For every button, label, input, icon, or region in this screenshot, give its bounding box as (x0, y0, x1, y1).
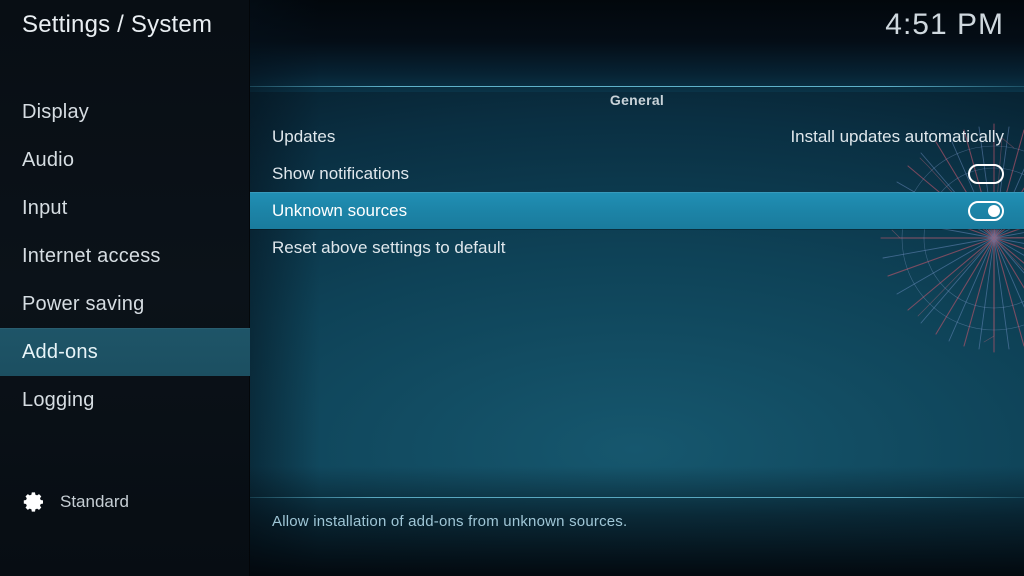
sidebar-item-audio[interactable]: Audio (0, 136, 250, 184)
sidebar-nav: Display Audio Input Internet access Powe… (0, 88, 250, 424)
footer-divider (250, 497, 1024, 498)
main-panel: 4:51 PM General Updates Install updates … (250, 0, 1024, 576)
setting-row-reset-defaults[interactable]: Reset above settings to default (250, 229, 1024, 266)
toggle-knob (988, 204, 1000, 217)
sidebar: Settings / System Display Audio Input In… (0, 0, 250, 576)
sidebar-item-logging[interactable]: Logging (0, 376, 250, 424)
page-title: Settings / System (22, 11, 213, 38)
gear-icon (23, 492, 43, 512)
setting-help-text: Allow installation of add-ons from unkno… (272, 513, 628, 530)
setting-value-updates[interactable]: Install updates automatically (790, 127, 1004, 147)
sidebar-item-label: Power saving (22, 293, 145, 315)
sidebar-item-label: Audio (22, 149, 75, 171)
setting-label: Updates (272, 126, 336, 146)
content-top-divider (250, 86, 1024, 87)
sidebar-item-input[interactable]: Input (0, 184, 250, 232)
sidebar-item-internet-access[interactable]: Internet access (0, 232, 250, 280)
sidebar-item-label: Add-ons (22, 341, 98, 363)
toggle-show-notifications[interactable] (968, 163, 1004, 184)
setting-label: Show notifications (272, 163, 410, 183)
sidebar-item-label: Logging (22, 389, 95, 411)
sidebar-item-label: Input (22, 197, 68, 219)
setting-label: Unknown sources (272, 200, 408, 220)
setting-row-show-notifications[interactable]: Show notifications (250, 155, 1024, 192)
sidebar-item-add-ons[interactable]: Add-ons (0, 328, 250, 376)
sidebar-item-power-saving[interactable]: Power saving (0, 280, 250, 328)
setting-row-unknown-sources[interactable]: Unknown sources (250, 192, 1024, 229)
sidebar-item-label: Display (22, 101, 89, 123)
settings-level-selector[interactable]: Standard (22, 490, 129, 514)
sidebar-item-display[interactable]: Display (0, 88, 250, 136)
settings-level-label: Standard (60, 492, 129, 511)
sidebar-item-label: Internet access (22, 245, 161, 267)
toggle-unknown-sources[interactable] (968, 200, 1004, 221)
settings-list: Updates Install updates automatically Sh… (250, 118, 1024, 266)
clock: 4:51 PM (885, 8, 1004, 41)
kodi-settings-window: Settings / System Display Audio Input In… (0, 0, 1024, 576)
section-header-general: General (609, 92, 665, 108)
setting-row-updates[interactable]: Updates Install updates automatically (250, 118, 1024, 155)
setting-label: Reset above settings to default (272, 237, 506, 257)
